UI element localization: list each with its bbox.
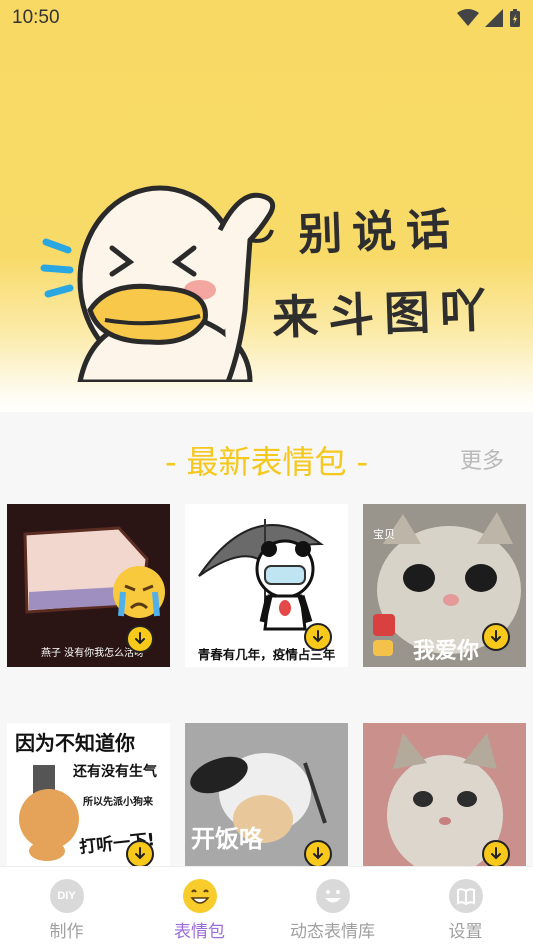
wifi-icon xyxy=(457,9,479,26)
sticker-text-line: 所以先派小狗来 xyxy=(83,797,153,808)
tab-label: 动态表情库 xyxy=(290,922,375,942)
tab-settings[interactable]: 设置 xyxy=(399,867,532,949)
duck-illustration xyxy=(40,185,276,382)
book-icon xyxy=(448,879,483,913)
smile-emoji-icon xyxy=(182,879,217,913)
tab-label: 设置 xyxy=(448,922,483,942)
tab-label: 表情包 xyxy=(174,922,225,942)
download-icon[interactable] xyxy=(126,625,154,653)
download-icon[interactable] xyxy=(304,840,332,866)
more-button[interactable]: 更多 xyxy=(460,443,504,475)
section-title: - 最新表情包 - xyxy=(164,443,369,481)
sticker-tile[interactable]: 因为不知道你 还有没有生气 所以先派小狗来 打听一下! xyxy=(7,723,170,866)
battery-icon xyxy=(510,9,520,27)
tab-make[interactable]: DIY 制作 xyxy=(0,867,133,949)
tab-stickers[interactable]: 表情包 xyxy=(133,867,266,949)
banner-text-line2: 来斗图吖 xyxy=(271,283,497,345)
sticker-tile[interactable]: 青春有几年，疫情占三年 xyxy=(185,504,348,667)
tab-label: 制作 xyxy=(49,922,84,942)
sticker-corner-text: 宝贝 xyxy=(373,528,395,541)
tab-animated-library[interactable]: 动态表情库 xyxy=(266,867,399,949)
status-time: 10:50 xyxy=(12,7,60,28)
hero-banner[interactable]: 别说话 来斗图吖 xyxy=(0,0,533,412)
sticker-text-line: 因为不知道你 xyxy=(15,731,135,755)
diy-icon: DIY xyxy=(49,879,84,913)
status-bar: 10:50 xyxy=(0,0,533,36)
download-icon[interactable] xyxy=(126,840,154,866)
sticker-tile[interactable]: 宝贝 我爱你 xyxy=(363,504,526,667)
bottom-tab-bar: DIY 制作 表情包 动态表情库 设置 xyxy=(0,866,533,949)
sticker-text-line: 还有没有生气 xyxy=(73,764,157,780)
banner-text-line1: 别说话 xyxy=(297,204,461,261)
smiley-face-icon xyxy=(315,879,350,913)
download-icon[interactable] xyxy=(304,623,332,651)
download-icon[interactable] xyxy=(482,840,510,866)
sticker-tile[interactable] xyxy=(363,723,526,866)
sticker-tile[interactable]: 开饭咯 xyxy=(185,723,348,866)
sticker-tile[interactable]: 燕子 没有你我怎么活呀 xyxy=(7,504,170,667)
download-icon[interactable] xyxy=(482,623,510,651)
cell-signal-icon xyxy=(485,9,503,27)
